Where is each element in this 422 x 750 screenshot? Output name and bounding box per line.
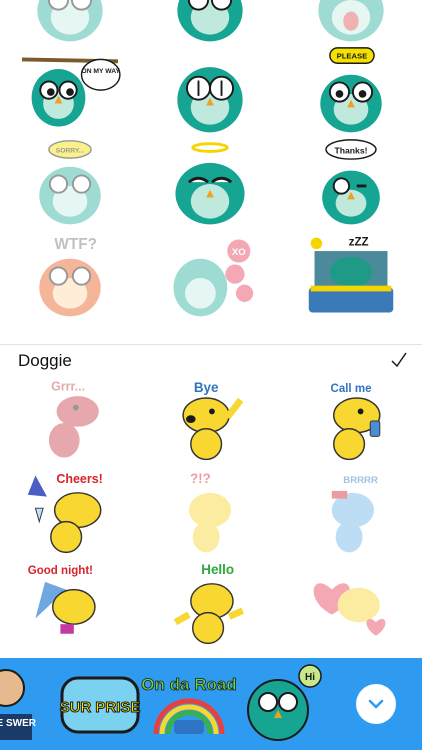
- sticker-owl-angel[interactable]: [140, 139, 280, 231]
- speech-text: Hello: [201, 562, 234, 577]
- speech-text: Grrr...: [51, 379, 85, 393]
- checkmark-icon: [391, 352, 407, 368]
- category-surprise[interactable]: SUR PRISE: [58, 664, 142, 744]
- owl-icon: [37, 0, 103, 42]
- speech-text: Thanks!: [334, 145, 367, 155]
- owl-icon: [177, 0, 243, 42]
- speech-text: Bye: [194, 380, 219, 395]
- sticker-dog-hello[interactable]: Hello: [140, 558, 280, 649]
- owl-icon: zZZ: [308, 236, 394, 313]
- sticker-owl-sleeping[interactable]: zZZ: [280, 231, 422, 323]
- sticker-owl-blue-1[interactable]: [0, 0, 140, 47]
- owl-icon: Hi: [247, 664, 322, 741]
- sticker-dog-cheers[interactable]: Cheers!: [0, 467, 140, 558]
- sticker-dog-brrrr[interactable]: BRRRR: [280, 467, 422, 558]
- speech-text: Call me: [331, 383, 373, 395]
- sticker-sheet: ON MY WAY PLEASE SORRY... Thanks! WTF? X…: [0, 0, 422, 658]
- category-owl-hi[interactable]: Hi: [240, 664, 326, 744]
- speech-text: PLEASE: [337, 51, 368, 60]
- owl-icon: ON MY WAY: [21, 57, 121, 127]
- sticker-dog-good-night[interactable]: Good night!: [0, 558, 140, 649]
- speech-text: XO: [232, 247, 246, 258]
- owl-icon: XO: [173, 239, 254, 317]
- speech-text: Good night!: [28, 565, 93, 577]
- category-text: On da Road: [141, 675, 236, 694]
- sticker-owl-thumbs-up[interactable]: [140, 0, 280, 47]
- category-text: EASE SWER: [0, 718, 37, 729]
- sticker-owl-shock[interactable]: [280, 0, 422, 47]
- sticker-owl-sorry[interactable]: SORRY...: [0, 139, 140, 231]
- sticker-dog-love[interactable]: [280, 558, 422, 649]
- collapse-button[interactable]: [356, 684, 396, 724]
- speech-text: SORRY...: [56, 147, 85, 154]
- sticker-owl-xoxo[interactable]: XO: [140, 231, 280, 323]
- dog-icon: Bye: [182, 380, 244, 460]
- speech-text: Cheers!: [56, 472, 102, 486]
- sticker-owl-wtf[interactable]: WTF?: [0, 231, 140, 323]
- dog-sticker-grid: Grrr... Bye Call me Cheers! ?!? BRRRR Go…: [0, 376, 422, 649]
- speech-text: BRRRR: [343, 475, 378, 486]
- dog-icon: Call me: [331, 383, 381, 460]
- owl-icon: PLEASE: [320, 47, 382, 133]
- surprise-icon: SUR PRISE: [59, 676, 141, 734]
- section-header-doggie[interactable]: Doggie: [0, 344, 422, 376]
- owl-icon: SORRY...: [39, 140, 101, 225]
- dog-icon: ?!?: [188, 471, 232, 552]
- dog-icon: [313, 582, 386, 636]
- sticker-owl-staring[interactable]: [140, 47, 280, 139]
- chevron-down-icon: [368, 699, 384, 709]
- owl-icon: Thanks!: [322, 139, 380, 225]
- sticker-owl-on-my-way[interactable]: ON MY WAY: [0, 47, 140, 139]
- owl-sticker-grid: ON MY WAY PLEASE SORRY... Thanks! WTF? X…: [0, 0, 422, 323]
- speech-text: ON MY WAY: [81, 68, 120, 75]
- owl-icon: WTF?: [39, 236, 101, 317]
- sticker-owl-thanks[interactable]: Thanks!: [280, 139, 422, 231]
- dog-icon: Hello: [173, 562, 244, 644]
- speech-text: ?!?: [190, 471, 211, 486]
- sticker-dog-call-me[interactable]: Call me: [280, 376, 422, 467]
- dog-icon: Cheers!: [27, 472, 103, 553]
- category-please-answer[interactable]: EASE SWER: [0, 664, 37, 744]
- category-text: Hi: [305, 672, 315, 683]
- category-on-da-road[interactable]: On da Road: [141, 664, 237, 744]
- owl-icon: [175, 142, 245, 225]
- sticker-dog-bye[interactable]: Bye: [140, 376, 280, 467]
- dog-icon: Good night!: [28, 565, 96, 634]
- category-text: SUR PRISE: [60, 699, 141, 716]
- sticker-category-bar: EASE SWER SUR PRISE On da Road Hi: [0, 658, 422, 750]
- face-icon: EASE SWER: [0, 669, 37, 740]
- owl-icon: [318, 0, 384, 42]
- sticker-dog-grrr[interactable]: Grrr...: [0, 376, 140, 467]
- speech-text: WTF?: [54, 236, 97, 253]
- road-icon: On da Road: [141, 675, 237, 735]
- dog-icon: BRRRR: [331, 475, 378, 552]
- dog-icon: Grrr...: [48, 379, 99, 458]
- sticker-owl-please[interactable]: PLEASE: [280, 47, 422, 139]
- owl-icon: [177, 67, 243, 133]
- section-title: Doggie: [18, 351, 72, 370]
- sticker-dog-question[interactable]: ?!?: [140, 467, 280, 558]
- speech-text: zZZ: [349, 236, 369, 248]
